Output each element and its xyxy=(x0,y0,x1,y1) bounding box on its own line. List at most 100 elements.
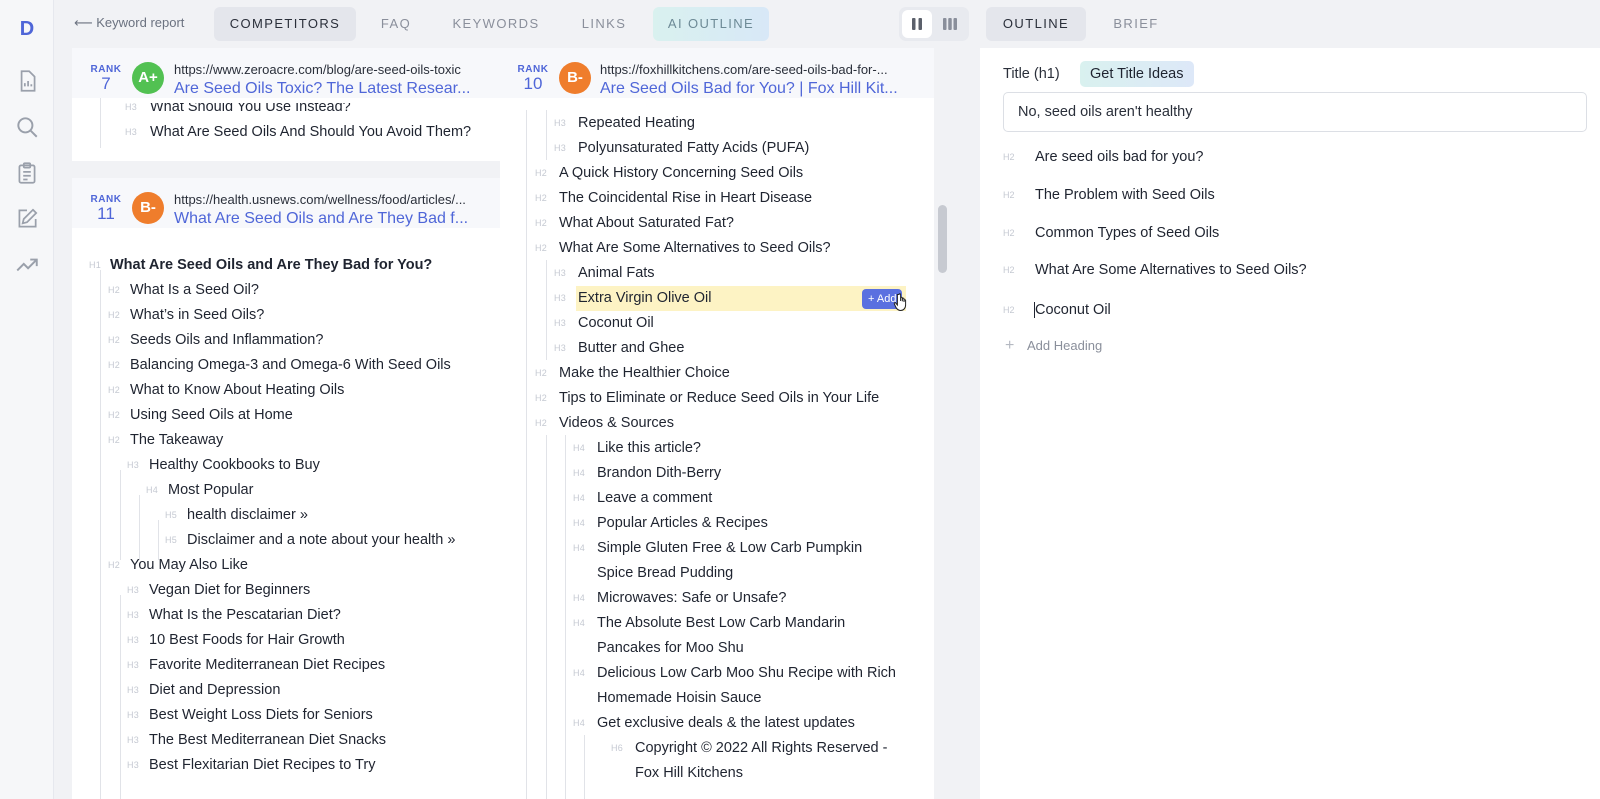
edit-icon[interactable] xyxy=(14,206,40,232)
tree-line xyxy=(546,435,547,799)
heading-text: What’s in Seed Oils? xyxy=(130,307,265,323)
competitor-title-link[interactable]: What Are Seed Oils and Are They Bad f... xyxy=(174,210,496,228)
heading-text: Common Types of Seed Oils xyxy=(1035,225,1220,241)
heading-level: H2 xyxy=(108,410,121,420)
competitor-card: RANK 7 A+ https://www.zeroacre.com/blog/… xyxy=(72,48,508,161)
heading-level: H3 xyxy=(127,610,140,620)
heading-text: What Should You Use Instead? xyxy=(150,99,351,115)
heading-level: H2 xyxy=(1003,152,1015,162)
tree-line xyxy=(120,595,121,799)
competitor-title-link[interactable]: Are Seed Oils Toxic? The Latest Resear..… xyxy=(174,80,496,98)
scrollbar-thumb[interactable] xyxy=(938,205,947,273)
card-header[interactable]: RANK 11 B- https://health.usnews.com/wel… xyxy=(72,178,508,228)
heading-text: Polyunsaturated Fatty Acids (PUFA) xyxy=(578,140,810,156)
back-link[interactable]: ⟵ Keyword report xyxy=(74,15,184,31)
heading-row[interactable]: H3 What Are Seed Oils And Should You Avo… xyxy=(72,120,508,145)
heading-level: H3 xyxy=(554,343,567,353)
heading-level: H2 xyxy=(535,393,548,403)
heading-text: Disclaimer and a note about your health … xyxy=(187,532,456,548)
heading-level: H3 xyxy=(554,143,567,153)
tab-competitors[interactable]: COMPETITORS xyxy=(214,7,356,41)
search-icon[interactable] xyxy=(14,114,40,140)
competitor-title-link[interactable]: Are Seed Oils Bad for You? | Fox Hill Ki… xyxy=(600,80,912,98)
rank-number: 11 xyxy=(97,204,115,223)
outline-tabs: OUTLINE BRIEF xyxy=(980,0,1600,48)
heading-text: Fox Hill Kitchens xyxy=(635,765,743,781)
heading-text: 10 Best Foods for Hair Growth xyxy=(149,632,345,648)
trend-icon[interactable] xyxy=(14,252,40,278)
heading-text: Coconut Oil xyxy=(1035,302,1111,318)
tree-line xyxy=(546,260,547,360)
heading-level: H2 xyxy=(535,418,548,428)
tab-brief[interactable]: BRIEF xyxy=(1098,7,1174,41)
heading-level: H2 xyxy=(1003,190,1015,200)
grade-badge: B- xyxy=(132,192,164,224)
heading-level: H3 xyxy=(554,293,567,303)
heading-text: Best Weight Loss Diets for Seniors xyxy=(149,707,373,723)
heading-text: Using Seed Oils at Home xyxy=(130,407,293,423)
heading-text: You May Also Like xyxy=(130,557,248,573)
left-rail: D xyxy=(0,0,54,799)
competitor-card: RANK 10 B- https://foxhillkitchens.com/a… xyxy=(500,48,934,799)
heading-text: Like this article? xyxy=(597,440,701,456)
three-column-view-icon[interactable] xyxy=(935,10,965,38)
card-header[interactable]: RANK 7 A+ https://www.zeroacre.com/blog/… xyxy=(72,48,508,98)
heading-level: H4 xyxy=(573,543,586,553)
clipboard-icon[interactable] xyxy=(14,160,40,186)
top-nav: ⟵ Keyword report COMPETITORS FAQ KEYWORD… xyxy=(54,0,980,48)
tree-line xyxy=(100,270,101,799)
app-logo[interactable]: D xyxy=(13,18,41,41)
heading-text: The Best Mediterranean Diet Snacks xyxy=(149,732,386,748)
heading-level: H4 xyxy=(573,593,586,603)
tab-outline[interactable]: OUTLINE xyxy=(986,7,1086,41)
heading-text: Are seed oils bad for you? xyxy=(1035,149,1204,165)
two-column-view-icon[interactable] xyxy=(902,10,932,38)
add-heading-link[interactable]: + Add Heading xyxy=(1005,337,1102,355)
heading-text: What About Saturated Fat? xyxy=(559,215,734,231)
heading-level: H3 xyxy=(127,685,140,695)
heading-text: Spice Bread Pudding xyxy=(597,565,734,581)
heading-level: H4 xyxy=(573,468,586,478)
tree-line xyxy=(139,495,140,560)
heading-level: H4 xyxy=(573,443,586,453)
heading-level: H3 xyxy=(125,102,138,112)
plus-icon: + xyxy=(1005,337,1015,354)
heading-level: H3 xyxy=(127,660,140,670)
heading-level: H3 xyxy=(554,118,567,128)
heading-text: What to Know About Heating Oils xyxy=(130,382,345,398)
heading-text: Best Flexitarian Diet Recipes to Try xyxy=(149,757,376,773)
heading-row[interactable]: H3 What Should You Use Instead? xyxy=(72,99,508,120)
view-toggle xyxy=(899,7,969,41)
heading-level: H4 xyxy=(573,668,586,678)
heading-level: H2 xyxy=(108,560,121,570)
heading-text: Tips to Eliminate or Reduce Seed Oils in… xyxy=(559,390,880,406)
tab-keywords[interactable]: KEYWORDS xyxy=(440,7,552,41)
heading-level: H2 xyxy=(108,385,121,395)
heading-text: What Are Some Alternatives to Seed Oils? xyxy=(1035,262,1307,278)
tab-faq[interactable]: FAQ xyxy=(366,7,426,41)
competitor-url: https://www.zeroacre.com/blog/are-seed-o… xyxy=(174,62,461,77)
tab-links[interactable]: LINKS xyxy=(564,7,644,41)
get-title-ideas-button[interactable]: Get Title Ideas xyxy=(1080,61,1194,87)
heading-text: Make the Healthier Choice xyxy=(559,365,730,381)
rank-badge: RANK 7 xyxy=(88,64,124,94)
heading-text: Balancing Omega-3 and Omega-6 With Seed … xyxy=(130,357,451,373)
heading-level: H2 xyxy=(108,285,121,295)
heading-text: Favorite Mediterranean Diet Recipes xyxy=(149,657,386,673)
heading-text: Seeds Oils and Inflammation? xyxy=(130,332,324,348)
heading-level: H4 xyxy=(573,493,586,503)
heading-level: H5 xyxy=(165,535,178,545)
heading-text: Pancakes for Moo Shu xyxy=(597,640,744,656)
back-label: Keyword report xyxy=(96,15,185,30)
chart-icon[interactable] xyxy=(14,68,40,94)
heading-level: H4 xyxy=(573,618,586,628)
tree-line xyxy=(584,735,585,799)
heading-text: Repeated Heating xyxy=(578,115,695,131)
heading-level: H5 xyxy=(165,510,178,520)
card-header[interactable]: RANK 10 B- https://foxhillkitchens.com/a… xyxy=(500,48,934,98)
heading-level: H3 xyxy=(127,635,140,645)
heading-level: H2 xyxy=(535,218,548,228)
tab-ai-outline[interactable]: AI OUTLINE xyxy=(653,7,769,41)
title-input[interactable]: No, seed oils aren't healthy xyxy=(1003,92,1587,132)
heading-text: Copyright © 2022 All Rights Reserved - xyxy=(635,740,888,756)
